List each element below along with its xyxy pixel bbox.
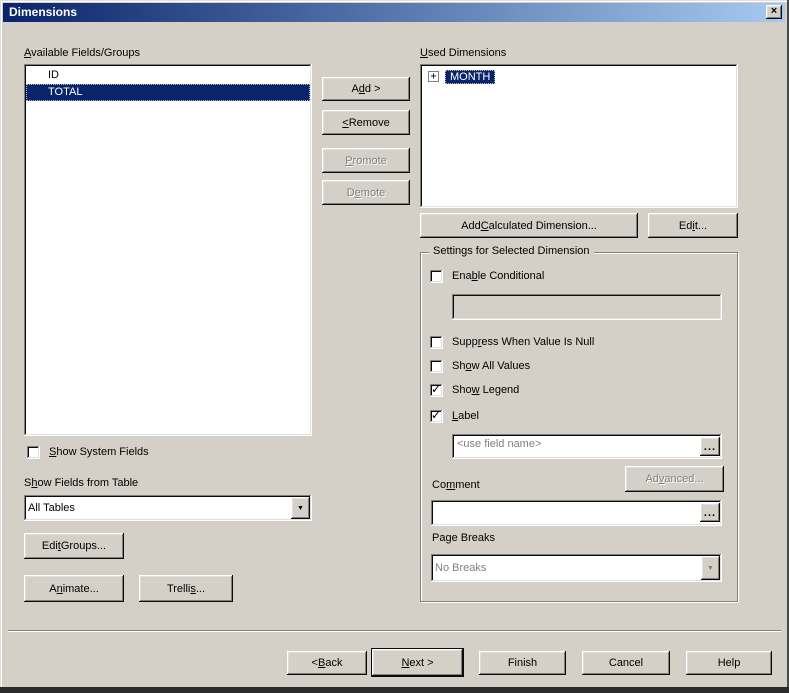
conditional-expression-field[interactable]	[452, 294, 722, 320]
add-calculated-dimension-button[interactable]: Add Calculated Dimension...	[420, 213, 638, 238]
animate-button[interactable]: An imate...	[24, 575, 124, 602]
show-legend-checkbox[interactable]: ✓ Show Legend	[430, 382, 520, 397]
check-icon: ✓	[431, 408, 442, 422]
combobox-drop-button[interactable]: ▼	[291, 497, 310, 519]
checkbox-box[interactable]: ✓	[430, 270, 443, 283]
dimensions-dialog: Dimensions × Available Fields/Groups ID …	[0, 0, 789, 693]
checkbox-label: Label	[452, 410, 479, 422]
tree-item-month[interactable]: + MONTH	[422, 68, 736, 85]
close-icon: ×	[770, 5, 778, 17]
edit-groups-button[interactable]: Edi t Groups...	[24, 533, 124, 559]
label-checkbox[interactable]: ✓ Label	[430, 408, 479, 423]
edit-button[interactable]: Ed i t...	[648, 213, 738, 238]
back-button[interactable]: < Back	[287, 651, 367, 675]
remove-button[interactable]: < Remove	[322, 110, 410, 135]
show-system-fields-checkbox[interactable]: ✓ Show System Fields	[27, 446, 149, 459]
used-dimensions-tree[interactable]: + MONTH	[420, 64, 738, 208]
help-button[interactable]: Help	[686, 651, 772, 675]
comment-label: Comment	[432, 479, 480, 491]
trellis-button[interactable]: Trelli s...	[139, 575, 233, 602]
checkbox-label: Show Legend	[452, 384, 520, 396]
finish-button[interactable]: Finish	[479, 651, 566, 675]
window-bottom-border	[0, 687, 789, 693]
close-button[interactable]: ×	[766, 5, 782, 19]
cancel-button[interactable]: Cancel	[582, 651, 670, 675]
chevron-down-icon: ▼	[297, 504, 304, 512]
show-all-values-checkbox[interactable]: ✓ Show All Values	[430, 360, 530, 373]
show-fields-from-table-label: Show Fields from Table	[24, 477, 139, 489]
available-fields-label: Available Fields/Groups	[24, 47, 140, 59]
list-item[interactable]: ID	[26, 67, 310, 84]
checkbox-label: Suppress When Value Is Null	[452, 336, 595, 348]
footer-divider	[8, 630, 781, 632]
list-item[interactable]: TOTAL	[26, 84, 310, 101]
next-button[interactable]: Next >	[371, 648, 464, 677]
promote-button[interactable]: Promote	[322, 148, 410, 173]
available-fields-listbox[interactable]: ID TOTAL	[24, 64, 312, 436]
checkbox-box[interactable]: ✓	[430, 336, 443, 349]
title-bar[interactable]: Dimensions ×	[3, 3, 785, 22]
add-button[interactable]: Add >	[322, 77, 410, 101]
enable-conditional-checkbox[interactable]: ✓ Enable Conditional	[430, 270, 544, 283]
page-breaks-combobox[interactable]: No Breaks ▼	[431, 554, 722, 582]
combobox-value: All Tables	[28, 502, 75, 514]
demote-button[interactable]: De mote	[322, 180, 410, 205]
comment-ellipsis-button[interactable]: ...	[700, 503, 720, 522]
comment-field[interactable]	[431, 500, 722, 526]
check-icon: ✓	[431, 382, 442, 396]
checkbox-box[interactable]: ✓	[430, 360, 443, 373]
tree-item-label[interactable]: MONTH	[445, 69, 496, 84]
checkbox-box[interactable]: ✓	[430, 408, 443, 423]
label-field[interactable]: <use field name>	[452, 434, 722, 459]
page-breaks-label: Page Breaks	[432, 532, 495, 544]
label-ellipsis-button[interactable]: ...	[700, 437, 720, 456]
checkbox-box[interactable]: ✓	[430, 382, 443, 397]
combobox-drop-button[interactable]: ▼	[701, 556, 720, 580]
settings-groupbox-legend: Settings for Selected Dimension	[429, 245, 594, 257]
table-filter-combobox[interactable]: All Tables ▼	[24, 495, 312, 521]
checkbox-label: Show All Values	[452, 360, 531, 372]
checkbox-label: Show System Fields	[49, 446, 149, 458]
checkbox-box[interactable]: ✓	[27, 446, 40, 459]
suppress-null-checkbox[interactable]: ✓ Suppress When Value Is Null	[430, 336, 594, 349]
combobox-value: No Breaks	[435, 562, 487, 574]
chevron-down-icon: ▼	[707, 564, 714, 572]
checkbox-label: Enable Conditional	[452, 270, 545, 282]
used-dimensions-label: Used Dimensions	[420, 47, 507, 59]
advanced-button[interactable]: Ad v anced...	[625, 466, 724, 492]
tree-expand-icon[interactable]: +	[428, 71, 439, 82]
dialog-title: Dimensions	[9, 5, 78, 19]
